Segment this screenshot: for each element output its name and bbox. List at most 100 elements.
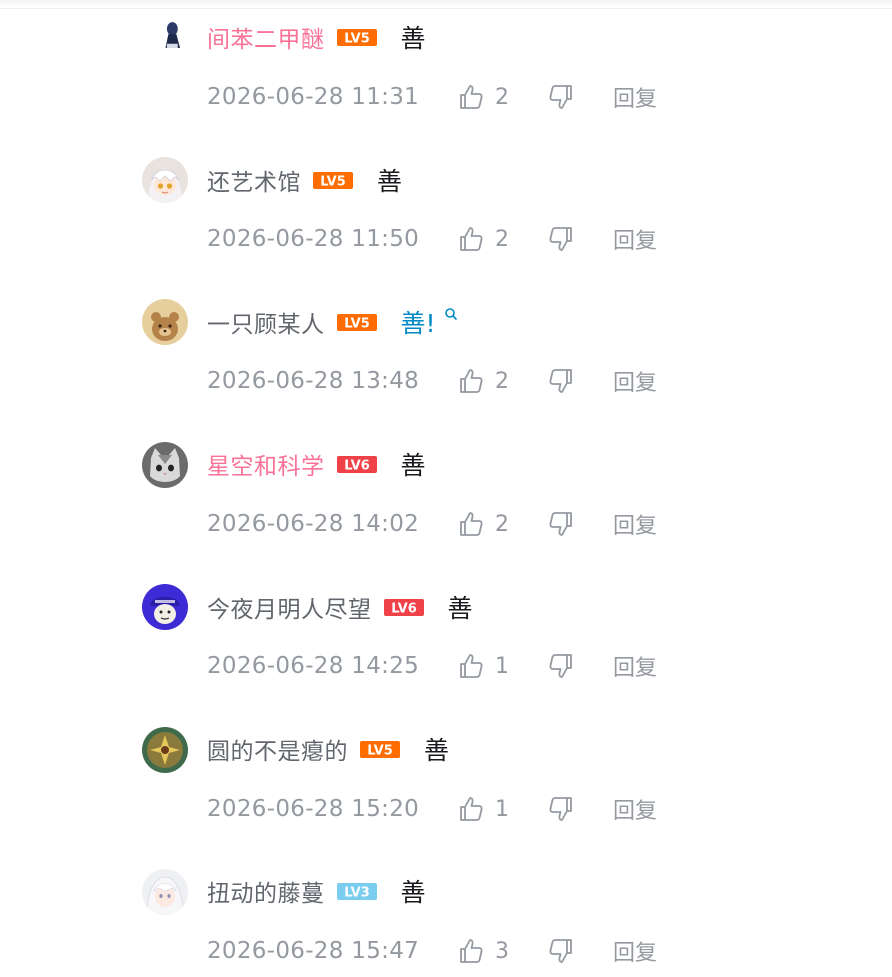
comment-header: 圆的不是瘪的 LV5 善 (207, 732, 449, 766)
level-badge: LV5 (313, 171, 353, 189)
comment-text: 善 (424, 736, 450, 765)
comment-time: 2026-06-28 14:02 (207, 511, 420, 537)
thumbs-down-icon (547, 367, 575, 395)
search-icon[interactable] (444, 306, 458, 321)
comment-header: 今夜月明人尽望 LV6 善 (207, 590, 473, 624)
like-button[interactable]: 3 (457, 937, 547, 965)
anime-girl-avatar-icon[interactable] (142, 157, 188, 203)
comment-time: 2026-06-28 14:25 (207, 653, 420, 679)
comment-header: 还艺术馆 LV5 善 (207, 163, 402, 197)
comment-header: 间苯二甲醚 LV5 善 (207, 20, 426, 54)
thumbs-up-icon (457, 652, 485, 680)
level-badge: LV5 (336, 313, 377, 331)
thumbs-up-icon (457, 367, 485, 395)
comment-meta: 2026-06-28 15:20 1 回复 (207, 792, 657, 826)
level-badge: LV5 (360, 740, 400, 758)
svg-text:LV5: LV5 (320, 174, 346, 189)
reply-button[interactable]: 回复 (613, 935, 657, 967)
top-divider (0, 0, 892, 9)
username-link[interactable]: 一只顾某人 (207, 305, 325, 339)
comment-time: 2026-06-28 15:20 (207, 796, 420, 822)
comment-text: 善 (377, 167, 403, 196)
comment-header: 扭动的藤蔓 LV3 善 (207, 874, 426, 908)
svg-text:LV3: LV3 (344, 885, 370, 900)
comment-meta: 2026-06-28 13:48 2 回复 (207, 364, 657, 398)
thumbs-up-icon (457, 83, 485, 111)
level-badge: LV3 (336, 882, 377, 900)
white-hair-girl-avatar-icon[interactable] (142, 869, 188, 915)
like-button[interactable]: 2 (457, 367, 547, 395)
thumbs-down-icon (547, 795, 575, 823)
dislike-button[interactable] (547, 795, 613, 823)
thumbs-down-icon (547, 83, 575, 111)
thumbs-down-icon (547, 510, 575, 538)
comment-text: 善 (447, 594, 473, 623)
username-link[interactable]: 间苯二甲醚 (207, 20, 325, 54)
level-badge: LV5 (336, 28, 377, 46)
username-link[interactable]: 扭动的藤蔓 (207, 874, 325, 908)
comment-text: 善 (400, 878, 426, 907)
like-button[interactable]: 2 (457, 225, 547, 253)
dislike-button[interactable] (547, 83, 613, 111)
level-badge: LV6 (336, 455, 377, 473)
comment-meta: 2026-06-28 11:31 2 回复 (207, 80, 657, 114)
like-count: 2 (495, 511, 509, 537)
like-button[interactable]: 1 (457, 652, 547, 680)
dislike-button[interactable] (547, 652, 613, 680)
thumbs-down-icon (547, 937, 575, 965)
comment-time: 2026-06-28 11:50 (207, 226, 420, 252)
meme-face-avatar-icon[interactable] (142, 584, 188, 630)
like-count: 2 (495, 368, 509, 394)
thumbs-down-icon (547, 652, 575, 680)
thumbs-up-icon (457, 937, 485, 965)
thumbs-up-icon (457, 510, 485, 538)
svg-text:LV5: LV5 (367, 743, 393, 758)
comment-header: 星空和科学 LV6 善 (207, 447, 426, 481)
thumbs-up-icon (457, 795, 485, 823)
dislike-button[interactable] (547, 510, 613, 538)
comment-time: 2026-06-28 11:31 (207, 84, 420, 110)
comment-text: 善 (400, 451, 426, 480)
like-count: 2 (495, 226, 509, 252)
username-link[interactable]: 还艺术馆 (207, 163, 301, 197)
svg-text:LV5: LV5 (344, 316, 370, 331)
like-button[interactable]: 1 (457, 795, 547, 823)
like-button[interactable]: 2 (457, 83, 547, 111)
comment-meta: 2026-06-28 15:47 3 回复 (207, 934, 657, 968)
comment-meta: 2026-06-28 14:02 2 回复 (207, 507, 657, 541)
like-button[interactable]: 2 (457, 510, 547, 538)
thumbs-down-icon (547, 225, 575, 253)
reply-button[interactable]: 回复 (613, 81, 657, 113)
figure-avatar-icon[interactable] (148, 14, 182, 48)
reply-button[interactable]: 回复 (613, 365, 657, 397)
dislike-button[interactable] (547, 367, 613, 395)
reply-button[interactable]: 回复 (613, 793, 657, 825)
like-count: 2 (495, 84, 509, 110)
flower-avatar-icon[interactable] (142, 727, 188, 773)
comment-text-link[interactable]: 善! (401, 304, 436, 340)
username-link[interactable]: 今夜月明人尽望 (207, 590, 372, 624)
svg-text:LV6: LV6 (344, 458, 370, 473)
reply-button[interactable]: 回复 (613, 650, 657, 682)
comment-time: 2026-06-28 13:48 (207, 368, 420, 394)
reply-button[interactable]: 回复 (613, 508, 657, 540)
comment-meta: 2026-06-28 14:25 1 回复 (207, 649, 657, 683)
dislike-button[interactable] (547, 225, 613, 253)
like-count: 1 (495, 796, 509, 822)
comment-time: 2026-06-28 15:47 (207, 938, 420, 964)
comment-meta: 2026-06-28 11:50 2 回复 (207, 222, 657, 256)
svg-text:LV5: LV5 (344, 31, 370, 46)
dislike-button[interactable] (547, 937, 613, 965)
username-link[interactable]: 圆的不是瘪的 (207, 732, 348, 766)
comment-text: 善 (400, 24, 426, 53)
level-badge: LV6 (383, 598, 424, 616)
reply-button[interactable]: 回复 (613, 223, 657, 255)
like-count: 3 (495, 938, 509, 964)
thumbs-up-icon (457, 225, 485, 253)
svg-text:LV6: LV6 (391, 601, 417, 616)
username-link[interactable]: 星空和科学 (207, 447, 325, 481)
like-count: 1 (495, 653, 509, 679)
cat-avatar-icon[interactable] (142, 442, 188, 488)
comment-header: 一只顾某人 LV5 善! (207, 305, 458, 339)
bear-avatar-icon[interactable] (142, 299, 188, 345)
